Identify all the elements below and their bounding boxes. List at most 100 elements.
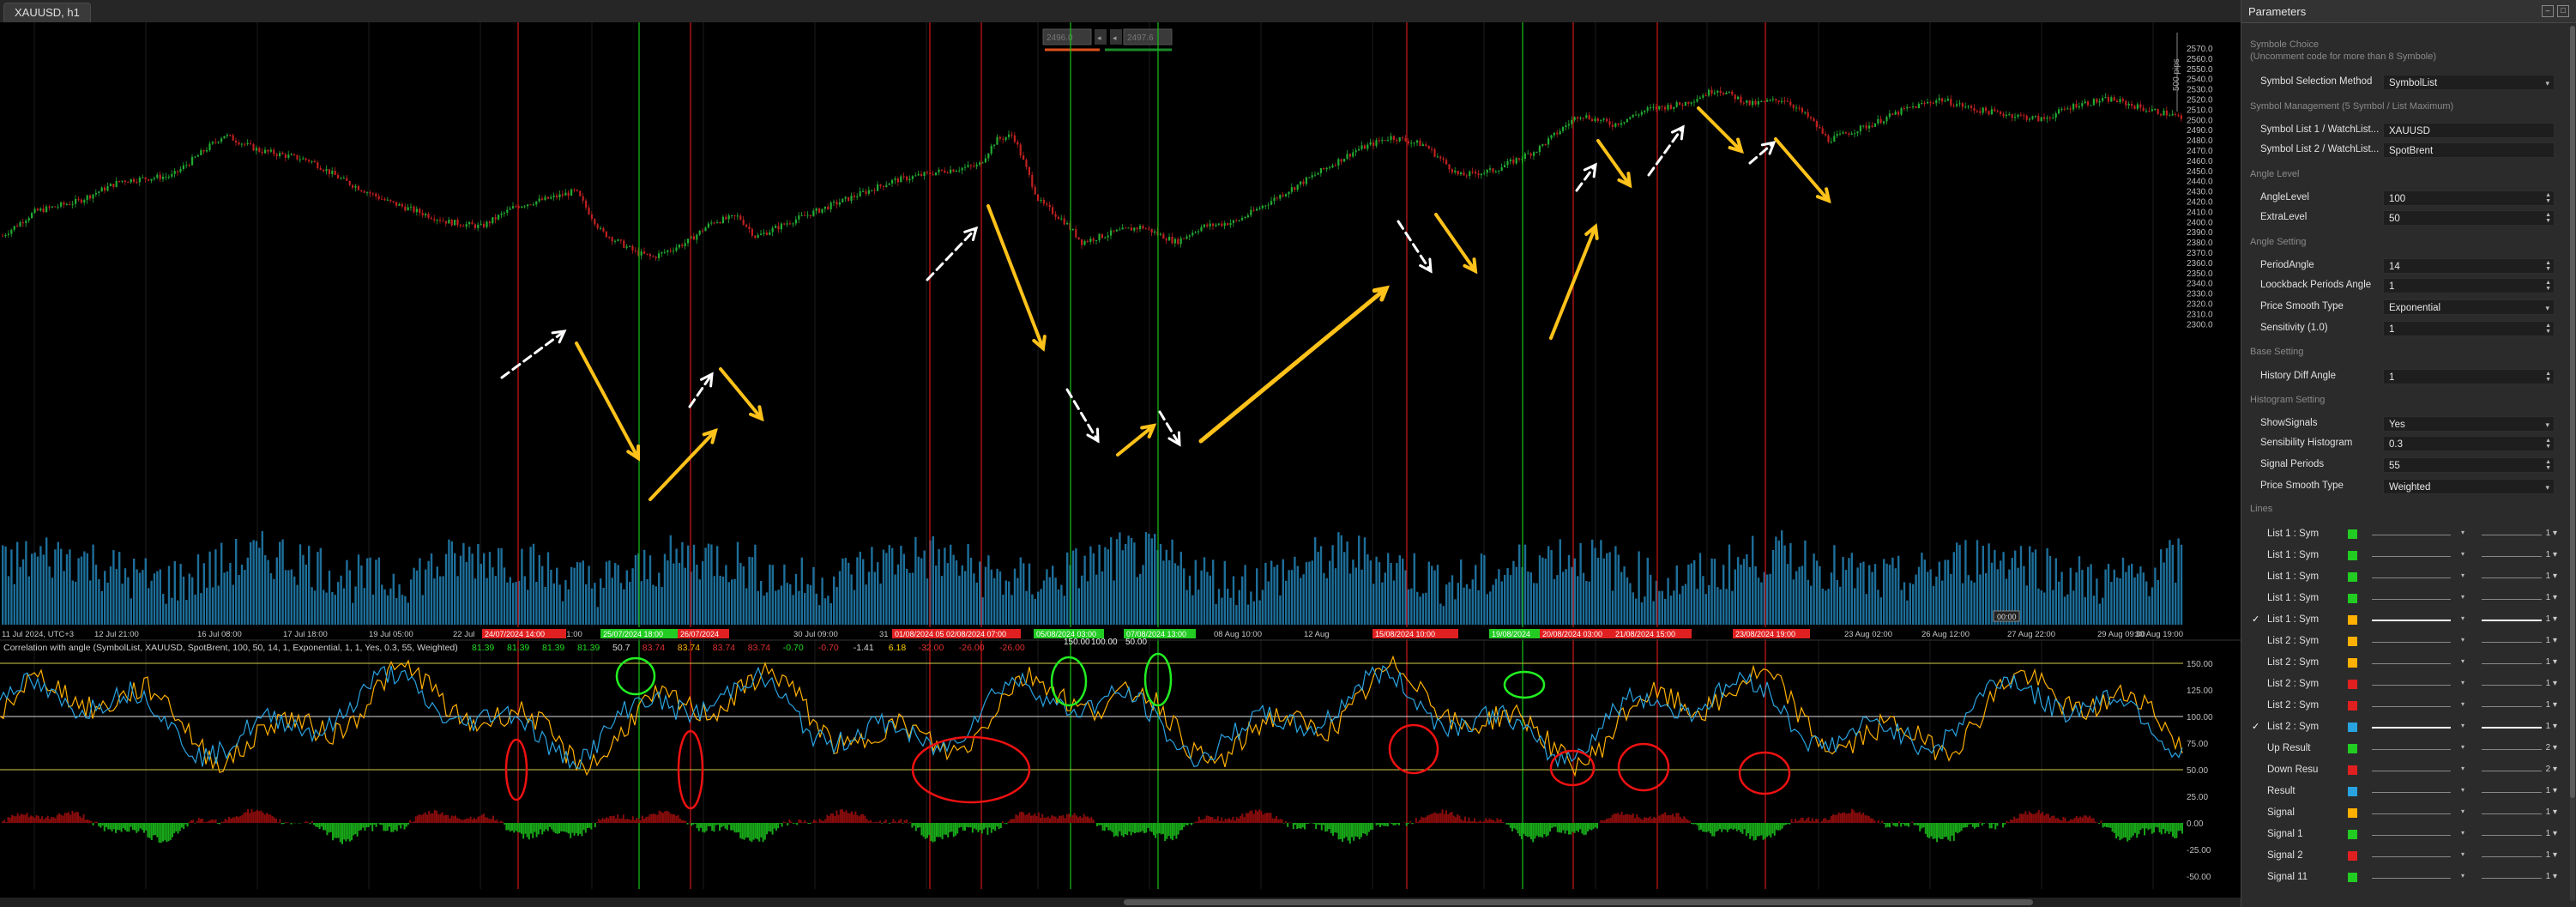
line-color-swatch[interactable] — [2348, 744, 2357, 753]
param-dropdown[interactable]: SymbolList ▾ — [2383, 75, 2555, 90]
line-color-swatch[interactable] — [2348, 701, 2357, 710]
line-checkbox[interactable] — [2252, 872, 2262, 882]
line-style-dropdown[interactable]: ▾ — [2368, 785, 2468, 799]
line-style-dropdown[interactable]: ▾ — [2368, 721, 2468, 735]
horizontal-scroll-thumb[interactable] — [1124, 899, 2033, 905]
maximize-icon[interactable]: □ — [2557, 5, 2569, 17]
line-color-swatch[interactable] — [2348, 615, 2357, 625]
line-width-dropdown[interactable]: 1 ▾ — [2478, 678, 2564, 692]
line-color-swatch[interactable] — [2348, 830, 2357, 839]
spin-arrows-icon[interactable]: ▲ ▼ — [2545, 323, 2551, 335]
line-style-dropdown[interactable]: ▾ — [2368, 656, 2468, 670]
param-dropdown[interactable]: Weighted ▾ — [2383, 479, 2555, 494]
line-checkbox[interactable] — [2252, 529, 2262, 539]
line-width-dropdown[interactable]: 1 ▾ — [2478, 656, 2564, 670]
line-style-dropdown[interactable]: ▾ — [2368, 850, 2468, 863]
line-width-dropdown[interactable]: 1 ▾ — [2478, 721, 2564, 735]
line-style-dropdown[interactable]: ▾ — [2368, 699, 2468, 713]
line-color-swatch[interactable] — [2348, 551, 2357, 560]
spin-arrows-icon[interactable]: ▲ ▼ — [2545, 260, 2551, 272]
chart-area[interactable]: 2570.0 2560.0 2550.0 2540.0 2530.0 2520.0 2510… — [0, 22, 2241, 898]
chart-tab[interactable]: XAUUSD, h1 — [3, 3, 91, 22]
line-width-dropdown[interactable]: 1 ▾ — [2478, 592, 2564, 606]
param-input[interactable]: 1 ▲ ▼ — [2383, 369, 2555, 384]
line-width-dropdown[interactable]: 1 ▾ — [2478, 571, 2564, 584]
line-checkbox[interactable] — [2252, 829, 2262, 839]
line-checkbox[interactable] — [2252, 550, 2262, 560]
line-style-dropdown[interactable]: ▾ — [2368, 592, 2468, 606]
param-dropdown[interactable]: Exponential ▾ — [2383, 299, 2555, 315]
line-checkbox[interactable] — [2252, 743, 2262, 753]
line-color-swatch[interactable] — [2348, 680, 2357, 689]
line-width-dropdown[interactable]: 2 ▾ — [2478, 764, 2564, 777]
chevron-down-icon[interactable]: ▾ — [2545, 480, 2549, 495]
line-checkbox[interactable]: ✓ — [2252, 614, 2262, 625]
line-style-dropdown[interactable]: ▾ — [2368, 871, 2468, 885]
line-checkbox[interactable] — [2252, 657, 2262, 668]
line-width-dropdown[interactable]: 1 ▾ — [2478, 549, 2564, 563]
line-checkbox[interactable] — [2252, 807, 2262, 818]
line-checkbox[interactable]: ✓ — [2252, 722, 2262, 732]
chevron-down-icon[interactable]: ▾ — [2545, 300, 2549, 316]
line-style-dropdown[interactable]: ▾ — [2368, 742, 2468, 756]
horizontal-scrollbar[interactable] — [0, 898, 2241, 907]
line-width-dropdown[interactable]: 1 ▾ — [2478, 614, 2564, 627]
line-width-dropdown[interactable]: 1 ▾ — [2478, 871, 2564, 885]
spin-arrows-icon[interactable]: ▲ ▼ — [2545, 212, 2551, 224]
line-color-swatch[interactable] — [2348, 529, 2357, 539]
line-checkbox[interactable] — [2252, 636, 2262, 646]
spin-arrows-icon[interactable]: ▲ ▼ — [2545, 192, 2551, 204]
line-color-swatch[interactable] — [2348, 765, 2357, 775]
spin-arrows-icon[interactable]: ▲ ▼ — [2545, 438, 2551, 450]
line-color-swatch[interactable] — [2348, 851, 2357, 861]
line-checkbox[interactable] — [2252, 786, 2262, 796]
param-input[interactable]: 100 ▲ ▼ — [2383, 190, 2555, 206]
spin-arrows-icon[interactable]: ▲ ▼ — [2545, 371, 2551, 383]
line-color-swatch[interactable] — [2348, 723, 2357, 732]
line-width-dropdown[interactable]: 2 ▾ — [2478, 742, 2564, 756]
line-style-dropdown[interactable]: ▾ — [2368, 764, 2468, 777]
param-input[interactable]: SpotBrent — [2383, 142, 2555, 158]
line-style-dropdown[interactable]: ▾ — [2368, 678, 2468, 692]
line-color-swatch[interactable] — [2348, 787, 2357, 796]
param-dropdown[interactable]: Yes ▾ — [2383, 416, 2555, 432]
line-style-dropdown[interactable]: ▾ — [2368, 635, 2468, 649]
line-style-dropdown[interactable]: ▾ — [2368, 571, 2468, 584]
param-input[interactable]: 1 ▲ ▼ — [2383, 321, 2555, 336]
chevron-down-icon[interactable]: ▾ — [2545, 76, 2549, 91]
line-width-dropdown[interactable]: 1 ▾ — [2478, 699, 2564, 713]
line-width-dropdown[interactable]: 1 ▾ — [2478, 850, 2564, 863]
line-color-swatch[interactable] — [2348, 594, 2357, 603]
line-checkbox[interactable] — [2252, 700, 2262, 710]
spin-arrows-icon[interactable]: ▲ ▼ — [2545, 459, 2551, 471]
param-input[interactable]: 0.3 ▲ ▼ — [2383, 436, 2555, 451]
line-checkbox[interactable] — [2252, 850, 2262, 861]
chart-canvas[interactable]: 2570.02560.02550.02540.02530.02520.02510… — [0, 22, 2241, 898]
line-color-swatch[interactable] — [2348, 637, 2357, 646]
line-checkbox[interactable] — [2252, 765, 2262, 775]
line-style-dropdown[interactable]: ▾ — [2368, 549, 2468, 563]
line-color-swatch[interactable] — [2348, 658, 2357, 668]
spin-arrows-icon[interactable]: ▲ ▼ — [2545, 280, 2551, 292]
param-input[interactable]: XAUUSD — [2383, 123, 2555, 138]
line-width-dropdown[interactable]: 1 ▾ — [2478, 785, 2564, 799]
panel-scroll-thumb[interactable] — [2570, 26, 2575, 798]
param-input[interactable]: 55 ▲ ▼ — [2383, 457, 2555, 473]
minimize-icon[interactable]: – — [2542, 5, 2554, 17]
line-style-dropdown[interactable]: ▾ — [2368, 828, 2468, 842]
param-input[interactable]: 1 ▲ ▼ — [2383, 278, 2555, 293]
line-width-dropdown[interactable]: 1 ▾ — [2478, 807, 2564, 820]
line-checkbox[interactable] — [2252, 571, 2262, 582]
param-input[interactable]: 50 ▲ ▼ — [2383, 210, 2555, 226]
line-color-swatch[interactable] — [2348, 808, 2357, 818]
line-style-dropdown[interactable]: ▾ — [2368, 807, 2468, 820]
line-width-dropdown[interactable]: 1 ▾ — [2478, 635, 2564, 649]
chevron-down-icon[interactable]: ▾ — [2545, 417, 2549, 432]
param-input[interactable]: 14 ▲ ▼ — [2383, 258, 2555, 274]
line-color-swatch[interactable] — [2348, 873, 2357, 882]
line-checkbox[interactable] — [2252, 679, 2262, 689]
line-style-dropdown[interactable]: ▾ — [2368, 614, 2468, 627]
line-color-swatch[interactable] — [2348, 572, 2357, 582]
line-checkbox[interactable] — [2252, 593, 2262, 603]
line-width-dropdown[interactable]: 1 ▾ — [2478, 828, 2564, 842]
